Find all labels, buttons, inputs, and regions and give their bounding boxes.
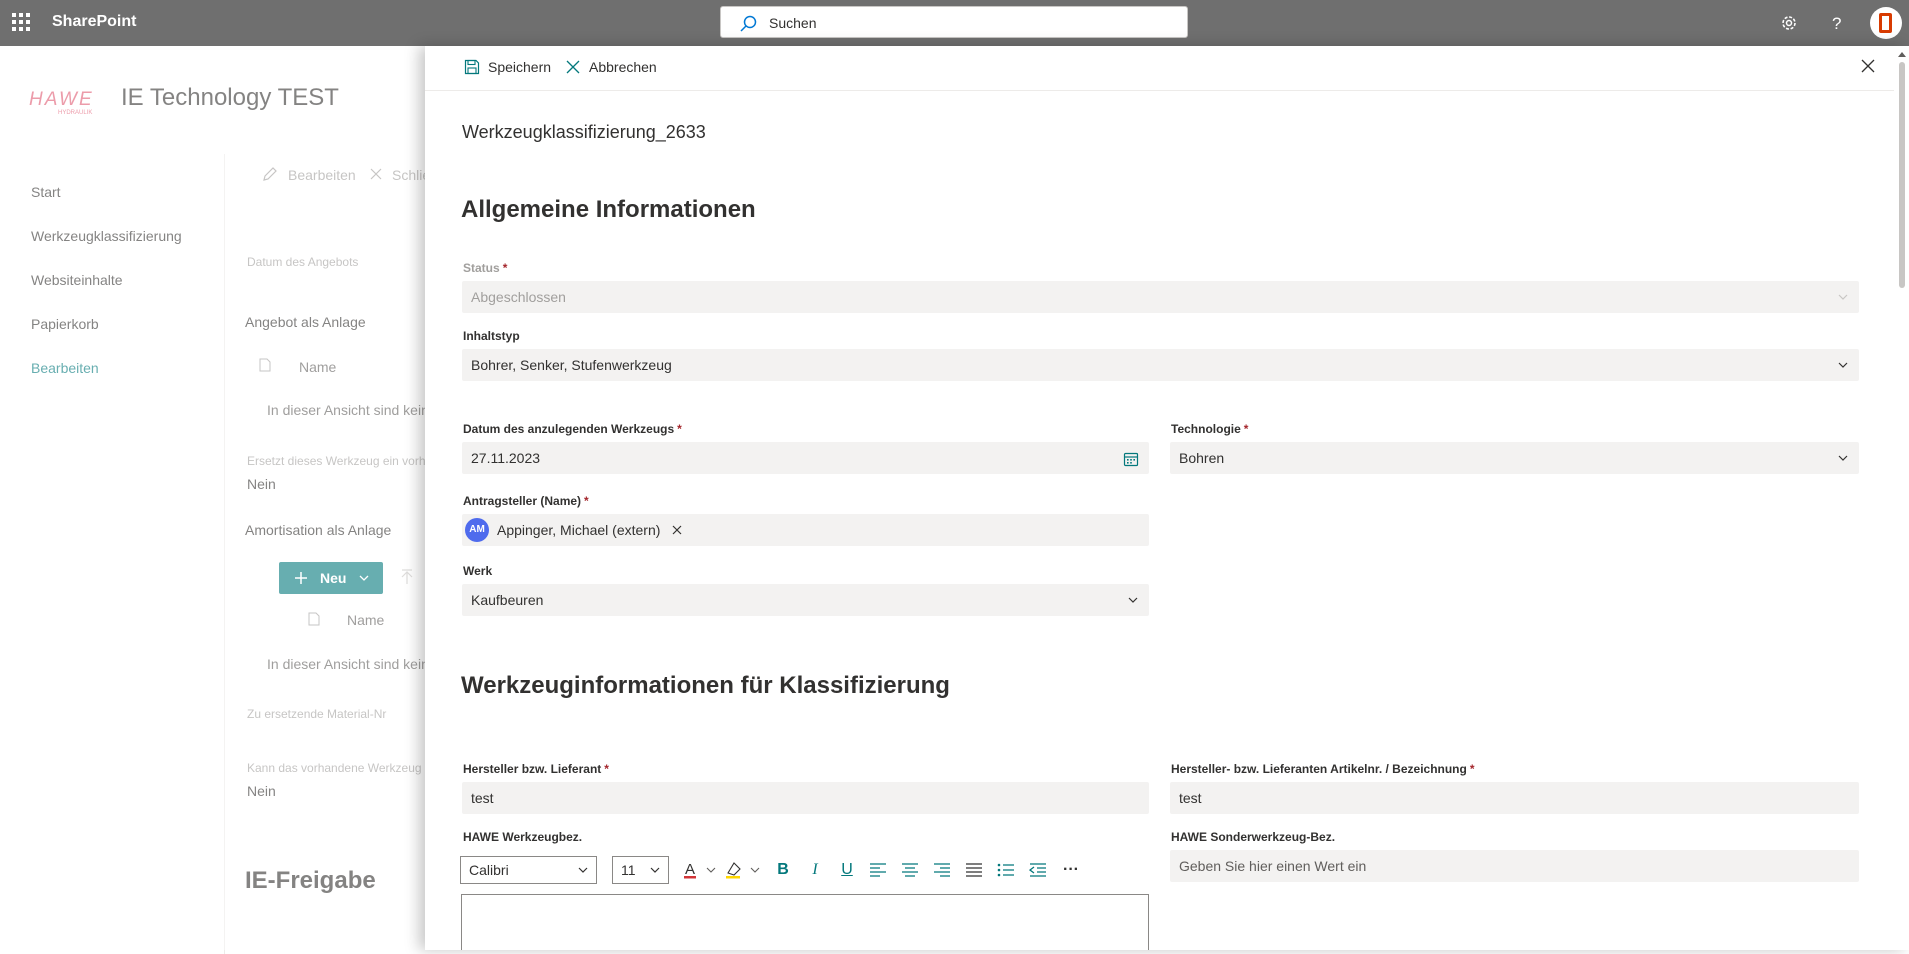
technologie-dropdown[interactable]: Bohren [1170, 442, 1859, 474]
chevron-down-icon [1838, 455, 1848, 461]
svg-text:A: A [685, 861, 695, 878]
font-size-value: 11 [621, 862, 636, 878]
section-heading-tool-info: Werkzeuginformationen für Klassifizierun… [461, 672, 950, 699]
underline-icon[interactable]: U [837, 860, 857, 880]
werk-value: Kaufbeuren [471, 592, 544, 608]
status-dropdown: Abgeschlossen [462, 281, 1859, 313]
sonder-bez-label: HAWE Sonderwerkzeug-Bez. [1171, 830, 1336, 844]
hersteller-input[interactable]: test [462, 782, 1149, 814]
inhaltstyp-label: Inhaltstyp [463, 329, 520, 343]
panel-scrollbar[interactable] [1894, 46, 1909, 950]
inhaltstyp-dropdown[interactable]: Bohrer, Senker, Stufenwerkzeug [462, 349, 1859, 381]
settings-gear-icon[interactable] [1777, 11, 1801, 35]
technologie-label: Technologie * [1171, 422, 1249, 436]
datum-label: Datum des anzulegenden Werkzeugs * [463, 422, 682, 436]
chevron-down-icon [1838, 294, 1848, 300]
remove-person-icon[interactable] [671, 524, 683, 536]
hawe-bez-label: HAWE Werkzeugbez. [463, 830, 583, 844]
justify-icon[interactable] [965, 862, 983, 878]
font-size-select[interactable]: 11 [612, 856, 669, 884]
sonder-bez-input[interactable]: Geben Sie hier einen Wert ein [1170, 850, 1859, 882]
persona-name: Appinger, Michael (extern) [497, 522, 661, 538]
datum-value: 27.11.2023 [471, 450, 541, 466]
bulleted-list-icon[interactable] [997, 862, 1015, 878]
werk-label: Werk [463, 564, 493, 578]
artikelnr-value: test [1179, 790, 1202, 806]
bold-icon[interactable]: B [773, 860, 793, 880]
chevron-down-icon [650, 867, 660, 873]
panel-command-bar: Speichern Abbrechen [425, 46, 1909, 91]
edit-form-panel: Speichern Abbrechen Werkzeugklassifizier… [425, 46, 1909, 950]
chevron-down-icon [578, 867, 588, 873]
highlight-color-icon[interactable] [725, 860, 763, 880]
app-name[interactable]: SharePoint [52, 13, 136, 31]
sonder-bez-placeholder: Geben Sie hier einen Wert ein [1179, 858, 1367, 874]
align-right-icon[interactable] [933, 862, 951, 878]
technologie-value: Bohren [1179, 450, 1225, 466]
modal-overlay[interactable] [0, 46, 425, 950]
calendar-icon[interactable] [1123, 451, 1139, 467]
more-options-icon[interactable]: ··· [1059, 860, 1083, 880]
scroll-up-icon[interactable] [1897, 50, 1907, 58]
italic-icon[interactable]: I [805, 860, 825, 880]
align-center-icon[interactable] [901, 862, 919, 878]
search-box[interactable]: Suchen [720, 6, 1188, 38]
avatar: AM [465, 518, 489, 542]
form-title: Werkzeugklassifizierung_2633 [462, 122, 706, 142]
artikelnr-input[interactable]: test [1170, 782, 1859, 814]
status-label: Status * [463, 261, 508, 275]
app-launcher-icon[interactable] [12, 13, 30, 31]
font-family-value: Calibri [469, 862, 509, 878]
save-label: Speichern [488, 59, 552, 75]
artikelnr-label: Hersteller- bzw. Lieferanten Artikelnr. … [1171, 762, 1475, 776]
antragsteller-people-picker[interactable]: AM Appinger, Michael (extern) [462, 514, 1149, 546]
office-account-icon[interactable] [1870, 7, 1902, 39]
scrollbar-thumb[interactable] [1899, 62, 1905, 288]
font-family-select[interactable]: Calibri [460, 856, 597, 884]
search-icon [740, 15, 757, 32]
hawe-bez-editor[interactable] [461, 894, 1149, 950]
search-placeholder: Suchen [769, 15, 817, 31]
datum-date-picker[interactable]: 27.11.2023 [462, 442, 1149, 474]
decrease-indent-icon[interactable] [1029, 862, 1047, 878]
font-color-icon[interactable]: A [683, 860, 719, 880]
inhaltstyp-value: Bohrer, Senker, Stufenwerkzeug [471, 357, 672, 373]
werk-dropdown[interactable]: Kaufbeuren [462, 584, 1149, 616]
section-heading-general: Allgemeine Informationen [461, 196, 756, 223]
chevron-down-icon [1838, 362, 1848, 368]
save-icon [464, 59, 480, 75]
align-left-icon[interactable] [869, 862, 887, 878]
help-icon[interactable]: ? [1825, 11, 1849, 35]
status-value: Abgeschlossen [471, 289, 566, 305]
hersteller-value: test [471, 790, 494, 806]
svg-text:?: ? [1832, 14, 1841, 33]
close-panel-icon[interactable] [1860, 58, 1876, 74]
suite-bar: SharePoint Suchen ? [0, 0, 1909, 46]
cancel-label: Abbrechen [589, 59, 657, 75]
rich-text-toolbar: Calibri 11 A B I U ··· [460, 854, 1079, 888]
chevron-down-icon [1128, 597, 1138, 603]
cancel-icon [566, 60, 580, 74]
hersteller-label: Hersteller bzw. Lieferant * [463, 762, 609, 776]
antragsteller-label: Antragsteller (Name) * [463, 494, 589, 508]
